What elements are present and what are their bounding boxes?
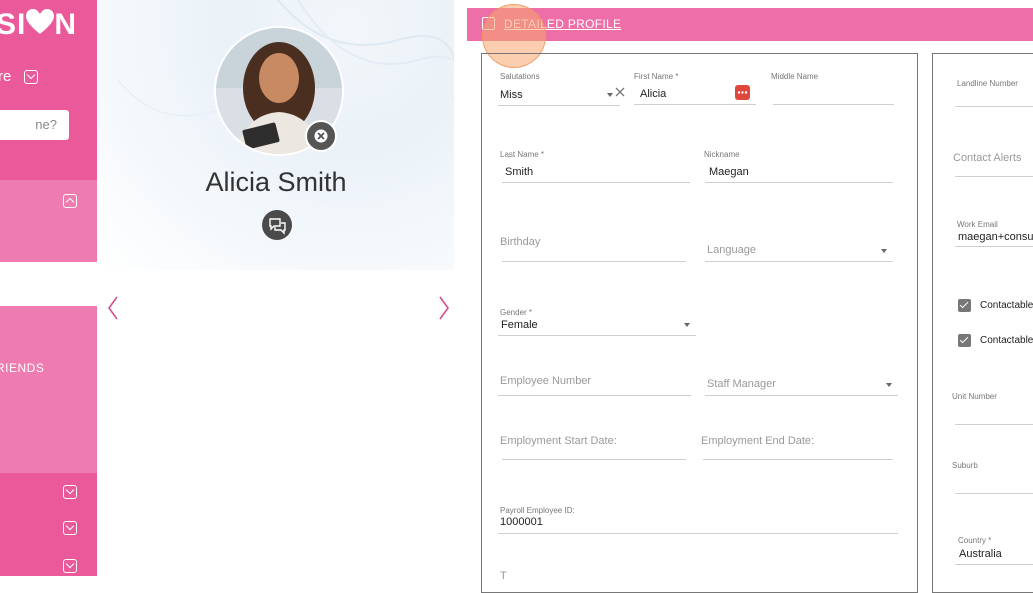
middle-name-input[interactable] xyxy=(773,104,894,105)
first-name-underline xyxy=(634,104,756,105)
gender-underline xyxy=(498,335,696,336)
gender-label: Gender * xyxy=(500,308,533,317)
more-menu[interactable]: re xyxy=(0,68,38,85)
birthday-input[interactable]: Birthday xyxy=(500,236,540,248)
chevron-down-icon[interactable] xyxy=(63,559,77,573)
chevron-down-icon[interactable] xyxy=(63,485,77,499)
close-icon xyxy=(314,129,328,143)
first-name-label: First Name * xyxy=(634,72,679,81)
contactable-checkbox-2[interactable] xyxy=(958,334,971,347)
contactable-label-1: Contactable xyxy=(980,300,1033,311)
contactable-checkbox-1[interactable] xyxy=(958,299,971,312)
last-name-input[interactable]: Smith xyxy=(505,166,533,178)
detailed-profile-header[interactable]: DETAILED PROFILE xyxy=(467,8,1033,41)
nickname-label: Nickname xyxy=(704,150,740,159)
profile-panel: Alicia Smith xyxy=(98,0,454,576)
nickname-underline xyxy=(705,182,893,183)
unit-number-input[interactable] xyxy=(955,424,1033,425)
staff-manager-underline xyxy=(705,395,898,396)
chat-icon xyxy=(269,218,286,235)
first-name-input[interactable]: Alicia xyxy=(640,88,666,100)
work-email-underline xyxy=(955,246,1033,247)
contactable-label-2: Contactable xyxy=(980,335,1033,346)
middle-name-label: Middle Name xyxy=(771,72,819,81)
last-name-label: Last Name * xyxy=(500,150,545,159)
sidebar-item-friends[interactable]: RIENDS xyxy=(0,361,44,375)
employment-start-date-input[interactable]: Employment Start Date: xyxy=(500,435,617,447)
employment-start-underline xyxy=(502,459,686,460)
contact-alerts-input[interactable]: Contact Alerts xyxy=(953,152,1021,164)
birthday-underline xyxy=(502,261,686,262)
chevron-down-icon[interactable] xyxy=(63,521,77,535)
brand-logo: SI N xyxy=(0,8,77,43)
sidebar: SI N re ne? RIENDS xyxy=(0,0,97,576)
landline-input[interactable] xyxy=(955,106,1033,107)
work-email-input[interactable]: maegan+consu xyxy=(958,231,1033,243)
chevron-up-icon[interactable] xyxy=(63,194,77,208)
salutations-select[interactable]: Miss xyxy=(500,89,523,101)
chevron-left-icon[interactable] xyxy=(102,294,124,322)
employee-number-input[interactable]: Employee Number xyxy=(500,375,591,387)
clear-icon[interactable] xyxy=(614,86,626,98)
staff-manager-select[interactable]: Staff Manager xyxy=(707,378,776,390)
contact-details-card xyxy=(932,53,1033,593)
dropdown-caret-icon[interactable] xyxy=(886,383,892,387)
contact-alerts-underline xyxy=(955,176,1033,177)
payroll-label: Payroll Employee ID: xyxy=(500,506,575,515)
country-select[interactable]: Australia xyxy=(959,548,1002,560)
cut-off-field: T xyxy=(500,570,507,582)
gender-select[interactable]: Female xyxy=(501,319,538,331)
chevron-right-icon[interactable] xyxy=(433,294,455,322)
dropdown-caret-icon[interactable] xyxy=(607,93,613,97)
heart-icon xyxy=(26,9,55,43)
more-label: re xyxy=(0,68,12,85)
salutations-underline xyxy=(498,105,620,106)
dropdown-caret-icon[interactable] xyxy=(684,323,690,327)
landline-label: Landline Number xyxy=(957,79,1018,88)
remove-photo-button[interactable] xyxy=(305,120,337,152)
sidebar-section-friends[interactable] xyxy=(0,306,97,473)
message-button[interactable] xyxy=(262,210,292,240)
sidebar-item-active[interactable] xyxy=(0,262,97,306)
salutations-label: Salutations xyxy=(500,72,540,81)
payroll-input[interactable]: 1000001 xyxy=(500,516,543,528)
suburb-label: Suburb xyxy=(952,461,978,470)
password-manager-icon[interactable] xyxy=(735,85,750,100)
payroll-underline xyxy=(498,533,898,534)
language-select[interactable]: Language xyxy=(707,244,756,256)
last-name-underline xyxy=(502,182,690,183)
dropdown-caret-icon[interactable] xyxy=(881,249,887,253)
language-underline xyxy=(705,261,893,262)
employment-end-underline xyxy=(703,459,893,460)
profile-name: Alicia Smith xyxy=(205,167,347,197)
suburb-input[interactable] xyxy=(955,493,1033,494)
country-underline xyxy=(955,564,1033,565)
country-label: Country * xyxy=(958,536,992,545)
sidebar-section-expanded[interactable] xyxy=(0,180,97,262)
search-input[interactable]: ne? xyxy=(0,110,69,140)
employment-end-date-input[interactable]: Employment End Date: xyxy=(701,435,814,447)
chevron-down-icon[interactable] xyxy=(23,70,38,85)
nickname-input[interactable]: Maegan xyxy=(709,166,749,178)
unit-number-label: Unit Number xyxy=(952,392,997,401)
work-email-label: Work Email xyxy=(957,220,998,229)
employee-number-underline xyxy=(498,395,691,396)
